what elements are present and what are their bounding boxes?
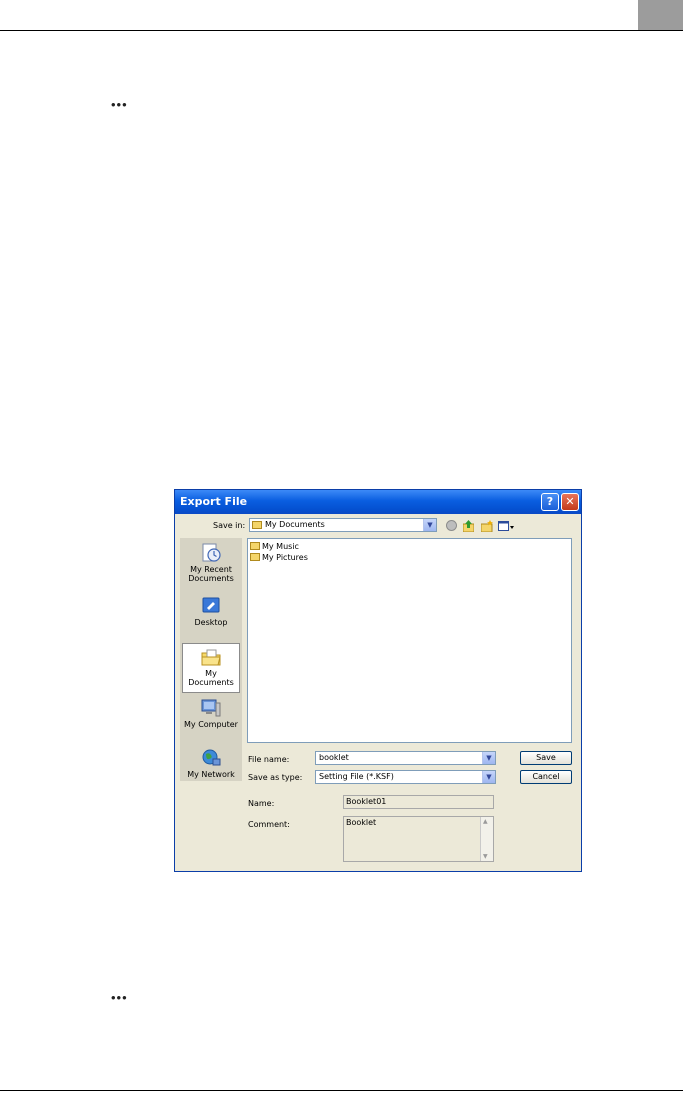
place-label: My Documents xyxy=(188,669,234,687)
ellipsis-marker-top: ••• xyxy=(111,97,128,112)
place-label: Desktop xyxy=(194,618,228,627)
chevron-down-icon[interactable]: ▼ xyxy=(482,771,495,783)
scroll-up-icon[interactable]: ▲ xyxy=(483,818,488,825)
place-desktop[interactable]: Desktop xyxy=(182,593,240,643)
footer-rule xyxy=(0,1090,683,1091)
save-as-type-value: Setting File (*.KSF) xyxy=(319,772,394,781)
cancel-button[interactable]: Cancel xyxy=(520,770,572,784)
file-name: My Pictures xyxy=(262,553,308,562)
place-label: My Network xyxy=(187,770,235,779)
dialog-title: Export File xyxy=(180,495,248,508)
save-in-label: Save in: xyxy=(213,521,246,530)
file-name-label: File name: xyxy=(248,755,290,764)
close-button[interactable]: ✕ xyxy=(561,493,579,511)
comment-value: Booklet xyxy=(346,818,377,827)
file-name: My Music xyxy=(262,542,299,551)
file-list[interactable]: My Music My Pictures xyxy=(247,538,572,743)
chevron-down-icon[interactable]: ▼ xyxy=(423,519,436,531)
save-as-type-label: Save as type: xyxy=(248,773,303,782)
new-folder-icon[interactable] xyxy=(480,519,493,533)
help-button[interactable]: ? xyxy=(541,493,559,511)
views-menu-icon[interactable] xyxy=(498,519,514,531)
chevron-down-icon[interactable]: ▼ xyxy=(482,752,495,764)
name-field: Booklet01 xyxy=(343,795,494,809)
page-number-tab xyxy=(638,0,683,30)
comment-scrollbar[interactable]: ▲ ▼ xyxy=(480,817,493,861)
header-rule xyxy=(0,30,683,31)
scroll-down-icon[interactable]: ▼ xyxy=(483,853,488,860)
name-value: Booklet01 xyxy=(346,797,387,806)
export-file-dialog: Export File ? ✕ Save in: My Documents ▼ … xyxy=(174,489,582,872)
file-name-value: booklet xyxy=(319,753,349,762)
save-in-dropdown[interactable]: My Documents ▼ xyxy=(249,518,437,532)
my-computer-icon xyxy=(201,699,221,717)
place-label: My Recent Documents xyxy=(188,565,234,583)
up-folder-icon[interactable] xyxy=(462,519,475,533)
place-my-network[interactable]: My Network xyxy=(182,745,240,795)
my-network-icon xyxy=(202,749,221,766)
places-bar: My Recent Documents Desktop My Documents xyxy=(180,538,242,781)
folder-icon xyxy=(250,553,260,561)
recent-documents-icon xyxy=(202,543,221,562)
place-my-recent-documents[interactable]: My Recent Documents xyxy=(182,540,240,590)
file-name-combo[interactable]: booklet ▼ xyxy=(315,751,496,765)
name-label: Name: xyxy=(248,799,275,808)
place-my-computer[interactable]: My Computer xyxy=(182,695,240,745)
save-as-type-dropdown[interactable]: Setting File (*.KSF) ▼ xyxy=(315,770,496,784)
desktop-icon xyxy=(202,597,220,613)
folder-icon xyxy=(252,521,262,529)
ellipsis-marker-bottom: ••• xyxy=(111,990,128,1005)
save-button[interactable]: Save xyxy=(520,751,572,765)
save-in-value: My Documents xyxy=(265,520,325,529)
place-label: My Computer xyxy=(184,720,238,729)
back-icon[interactable] xyxy=(446,520,457,531)
comment-field: Booklet ▲ ▼ xyxy=(343,816,494,862)
dialog-titlebar: Export File ? ✕ xyxy=(175,490,581,514)
place-my-documents[interactable]: My Documents xyxy=(182,643,240,693)
folder-icon xyxy=(250,542,260,550)
comment-label: Comment: xyxy=(248,820,290,829)
my-documents-icon xyxy=(201,649,221,666)
